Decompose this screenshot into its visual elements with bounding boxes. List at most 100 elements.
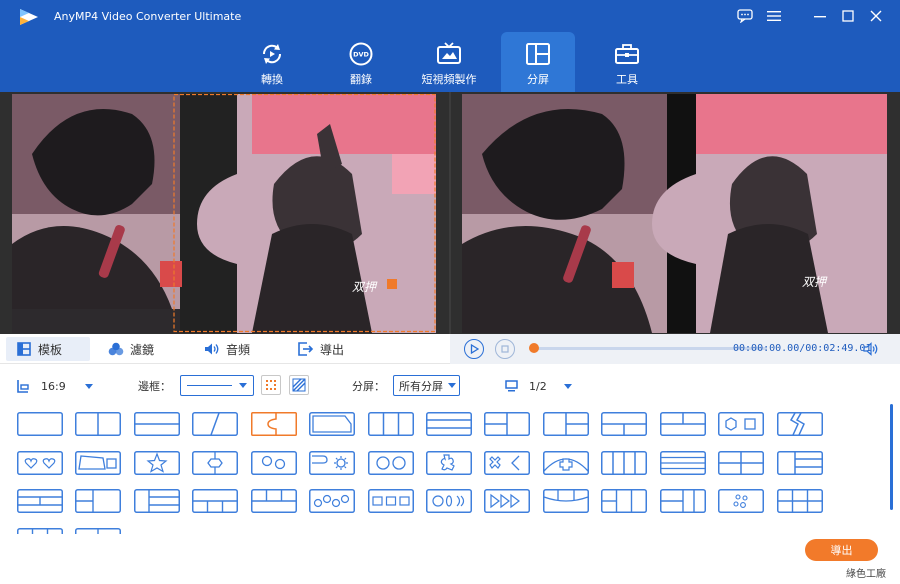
color-grid-icon: [266, 380, 276, 390]
template-14[interactable]: [777, 412, 823, 436]
template-icon: [16, 341, 32, 357]
panel-tab-label: 濾鏡: [130, 342, 155, 357]
play-icon: [470, 344, 479, 354]
border-style-select[interactable]: [180, 375, 254, 396]
template-22[interactable]: [426, 451, 472, 475]
output-preview: 双押: [462, 94, 887, 333]
template-10[interactable]: [543, 412, 589, 436]
menu-icon[interactable]: [762, 6, 786, 26]
template-9[interactable]: [484, 412, 530, 436]
border-color-button[interactable]: [261, 375, 281, 395]
template-25[interactable]: [601, 451, 647, 475]
template-34[interactable]: [309, 489, 355, 513]
template-38[interactable]: [543, 489, 589, 513]
export-button[interactable]: 導出: [805, 539, 878, 561]
play-button[interactable]: [464, 339, 484, 359]
template-41[interactable]: [718, 489, 764, 513]
template-3[interactable]: [134, 412, 180, 436]
stop-icon: [501, 345, 509, 353]
panel-tab-export[interactable]: 導出: [298, 337, 344, 361]
template-31[interactable]: [134, 489, 180, 513]
app-logo-icon: [20, 9, 38, 25]
template-12[interactable]: [660, 412, 706, 436]
template-5-selected[interactable]: [251, 412, 297, 436]
border-label: 邊框：: [138, 380, 171, 393]
tab-ripper[interactable]: DVD 翻錄: [324, 32, 398, 92]
tab-label: 工具: [616, 73, 638, 86]
template-27[interactable]: [718, 451, 764, 475]
template-7[interactable]: [368, 412, 414, 436]
panel-tab-filter[interactable]: 濾鏡: [108, 337, 154, 361]
convert-icon: [258, 40, 286, 68]
template-30[interactable]: [75, 489, 121, 513]
close-icon[interactable]: [864, 6, 888, 26]
template-13[interactable]: [718, 412, 764, 436]
panel-tab-label: 導出: [320, 342, 345, 357]
volume-button[interactable]: [862, 340, 880, 358]
tab-label: 轉換: [261, 73, 283, 86]
chevron-down-icon: [84, 383, 93, 389]
preview-divider: [449, 92, 451, 334]
minimize-icon[interactable]: [808, 6, 832, 26]
stripes-icon: [292, 378, 306, 392]
aspect-ratio-icon: [17, 380, 29, 393]
stop-button[interactable]: [495, 339, 515, 359]
chevron-down-icon: [448, 383, 456, 388]
template-grid: [17, 410, 887, 534]
progress-thumb[interactable]: [529, 343, 539, 353]
template-6[interactable]: [309, 412, 355, 436]
aspect-ratio-selector[interactable]: 16:9: [17, 376, 93, 396]
template-11[interactable]: [601, 412, 647, 436]
template-1[interactable]: [17, 412, 63, 436]
template-15[interactable]: [17, 451, 63, 475]
template-26[interactable]: [660, 451, 706, 475]
template-21[interactable]: [368, 451, 414, 475]
svg-text:双押: 双押: [352, 280, 378, 294]
maximize-icon[interactable]: [836, 6, 860, 26]
edit-preview[interactable]: 双押: [12, 94, 436, 333]
template-20[interactable]: [309, 451, 355, 475]
watermark-text: 綠色工廠: [846, 569, 886, 580]
template-28[interactable]: [777, 451, 823, 475]
template-35[interactable]: [368, 489, 414, 513]
filter-icon: [108, 341, 124, 357]
panel-tab-audio[interactable]: 音頻: [204, 337, 250, 361]
template-32[interactable]: [192, 489, 238, 513]
preview-area: 双押 双押: [0, 92, 900, 334]
template-24[interactable]: [543, 451, 589, 475]
template-scrollbar[interactable]: [890, 404, 893, 510]
template-16[interactable]: [75, 451, 121, 475]
template-17[interactable]: [134, 451, 180, 475]
template-29[interactable]: [17, 489, 63, 513]
template-23[interactable]: [484, 451, 530, 475]
template-36[interactable]: [426, 489, 472, 513]
tab-toolbox[interactable]: 工具: [590, 32, 664, 92]
template-40[interactable]: [660, 489, 706, 513]
template-18[interactable]: [192, 451, 238, 475]
feedback-icon[interactable]: [733, 6, 757, 26]
split-filter-select[interactable]: 所有分屏: [393, 375, 460, 396]
template-37[interactable]: [484, 489, 530, 513]
template-42[interactable]: [777, 489, 823, 513]
template-2[interactable]: [75, 412, 121, 436]
tab-convert[interactable]: 轉換: [235, 32, 309, 92]
template-33[interactable]: [251, 489, 297, 513]
page-selector[interactable]: 1/2: [505, 376, 572, 396]
template-39[interactable]: [601, 489, 647, 513]
template-8[interactable]: [426, 412, 472, 436]
tab-mv[interactable]: 短視頻製作: [412, 32, 486, 92]
svg-text:DVD: DVD: [353, 51, 369, 59]
split-label: 分屏：: [352, 380, 385, 393]
split-filter-value: 所有分屏: [399, 379, 443, 393]
panel-tab-label: 模板: [38, 342, 63, 357]
template-44[interactable]: [75, 528, 121, 534]
template-4[interactable]: [192, 412, 238, 436]
tab-label: 短視頻製作: [421, 73, 477, 86]
dvd-icon: DVD: [347, 40, 375, 68]
tab-split-screen[interactable]: 分屏: [501, 32, 575, 92]
chevron-down-icon: [239, 383, 247, 388]
template-19[interactable]: [251, 451, 297, 475]
border-pattern-button[interactable]: [289, 375, 309, 395]
panel-tab-template[interactable]: 模板: [6, 337, 90, 361]
template-43[interactable]: [17, 528, 63, 534]
